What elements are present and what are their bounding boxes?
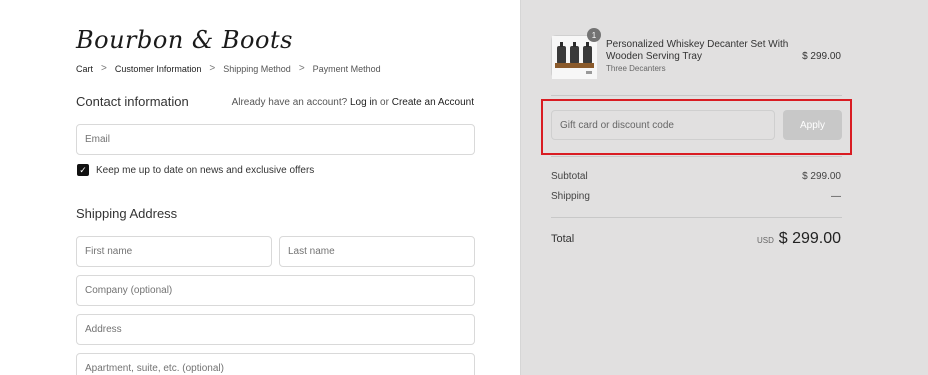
quantity-badge: 1 [587, 28, 601, 42]
breadcrumb-cart[interactable]: Cart [76, 64, 93, 74]
shipping-value: — [831, 191, 841, 202]
total-label: Total [551, 233, 575, 245]
subtotal-label: Subtotal [551, 171, 588, 182]
newsletter-label: Keep me up to date on news and exclusive… [96, 164, 315, 176]
first-name-field[interactable]: First name [76, 236, 272, 267]
apartment-field[interactable]: Apartment, suite, etc. (optional) [76, 353, 475, 375]
total-currency: USD [757, 236, 774, 245]
product-price: $ 299.00 [802, 51, 841, 62]
email-field[interactable]: Email [76, 124, 475, 155]
login-link[interactable]: Log in [350, 97, 377, 108]
divider [551, 217, 842, 218]
account-prompt-text: Already have an account? [231, 97, 348, 108]
breadcrumb-payment-method: Payment Method [312, 63, 381, 74]
newsletter-checkbox[interactable]: ✓ [77, 164, 89, 176]
whiskey-decanter-image [552, 36, 597, 79]
chevron-right-icon: > [209, 63, 216, 74]
chevron-right-icon: > [298, 63, 305, 74]
last-name-field[interactable]: Last name [279, 236, 475, 267]
account-prompt: Already have an account? Log in or Creat… [232, 97, 474, 108]
shipping-label: Shipping [551, 191, 590, 202]
breadcrumb: Cart > Customer Information > Shipping M… [76, 63, 381, 74]
newsletter-option: ✓ Keep me up to date on news and exclusi… [77, 164, 314, 176]
contact-information-heading: Contact information [76, 94, 189, 109]
create-account-link[interactable]: Create an Account [392, 97, 474, 108]
product-variant: Three Decanters [606, 64, 666, 73]
subtotal-value: $ 299.00 [802, 171, 841, 182]
shipping-address-heading: Shipping Address [76, 206, 178, 221]
product-thumbnail [551, 35, 597, 79]
breadcrumb-customer-information: Customer Information [114, 63, 202, 74]
company-field[interactable]: Company (optional) [76, 275, 475, 306]
check-icon: ✓ [79, 164, 87, 175]
chevron-right-icon: > [101, 63, 107, 74]
divider [551, 95, 842, 96]
or-text: or [380, 97, 389, 108]
apply-discount-button[interactable]: Apply [783, 110, 842, 140]
checkout-main: Bourbon & Boots Cart > Customer Informat… [0, 0, 520, 375]
breadcrumb-shipping-method: Shipping Method [223, 63, 291, 74]
address-field[interactable]: Address [76, 314, 475, 345]
discount-code-input[interactable]: Gift card or discount code [551, 110, 775, 140]
divider [551, 156, 842, 157]
product-name: Personalized Whiskey Decanter Set With W… [606, 39, 789, 62]
brand-logo[interactable]: Bourbon & Boots [76, 26, 293, 54]
total-value: $ 299.00 [778, 230, 841, 247]
